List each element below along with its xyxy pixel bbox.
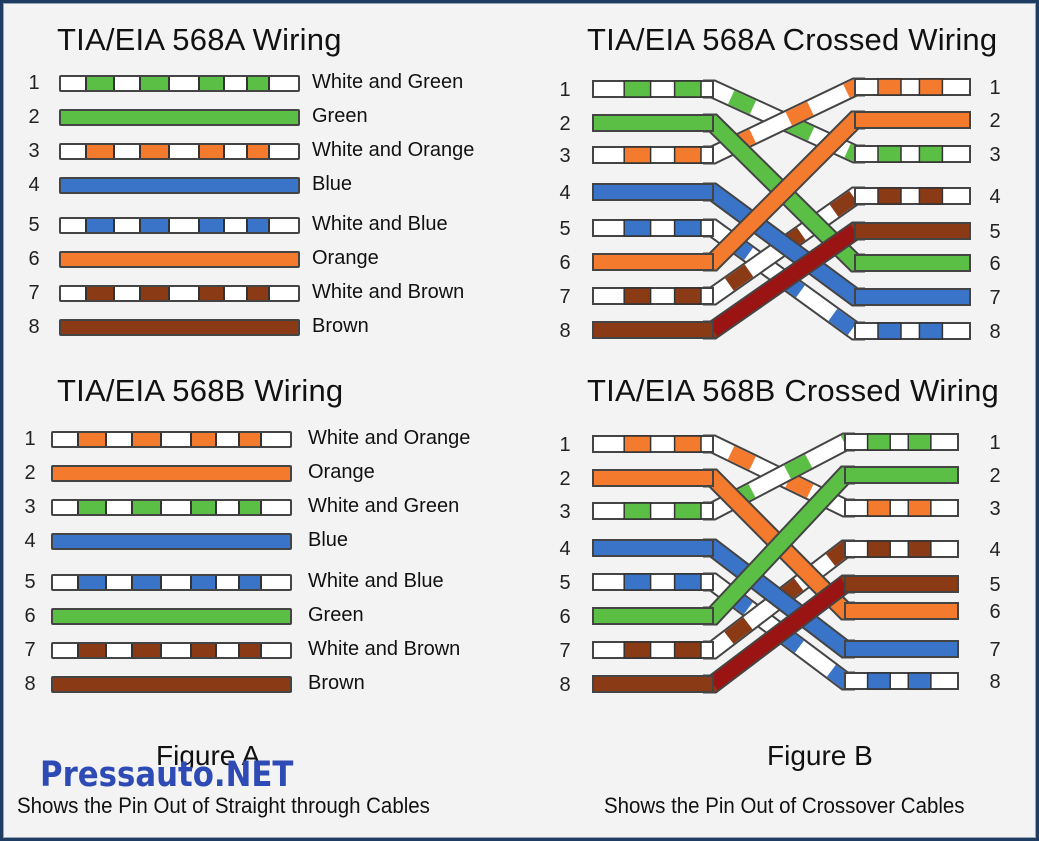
right-wire-end-striped-blue xyxy=(844,672,959,690)
wire-stripe xyxy=(866,433,891,451)
left-pin-number: 3 xyxy=(559,501,570,523)
left-wire-end-solid-blue xyxy=(592,539,714,557)
wire-end-body xyxy=(844,540,959,558)
watermark-text: Pressauto.NET xyxy=(40,755,294,795)
wire-end-body xyxy=(592,607,714,625)
left-wire-end-striped-orange xyxy=(592,435,714,453)
left-pin-number: 7 xyxy=(559,640,570,662)
wire-end-body xyxy=(592,675,714,693)
wire-stripe xyxy=(623,435,652,453)
right-wire-end-striped-brown xyxy=(844,540,959,558)
wire-end-body xyxy=(844,640,959,658)
wire-end-body xyxy=(844,575,959,593)
left-pin-number: 6 xyxy=(559,606,570,628)
wire-stripe xyxy=(623,641,652,659)
left-wire-end-solid-brown xyxy=(592,675,714,693)
wire-stripe xyxy=(907,672,932,690)
wire-stripe xyxy=(907,433,932,451)
wire-stripe xyxy=(866,499,891,517)
right-wire-end-striped-orange xyxy=(844,499,959,517)
left-wire-end-striped-blue xyxy=(592,573,714,591)
wire-stripe xyxy=(907,499,932,517)
wire-end-body xyxy=(844,672,959,690)
right-pin-number: 4 xyxy=(989,539,1000,561)
left-wire-end-striped-green xyxy=(592,502,714,520)
right-pin-number: 6 xyxy=(989,601,1000,623)
left-pin-number: 8 xyxy=(559,674,570,696)
panel-568b-crossed-wiring: 1 2 3 4 5 6 7 8 1 2 3 4 5 6 7 8 xyxy=(559,432,1000,696)
wire-stripe xyxy=(866,672,891,690)
figure-b-label: Figure B xyxy=(767,740,873,771)
right-wire-end-striped-green xyxy=(844,433,959,451)
left-pin-number: 5 xyxy=(559,572,570,594)
wire-end-body xyxy=(844,433,959,451)
left-wire-end-solid-orange xyxy=(592,469,714,487)
right-pin-number: 3 xyxy=(989,498,1000,520)
right-wire-end-solid-blue xyxy=(844,640,959,658)
right-wire-end-solid-green xyxy=(844,466,959,484)
wire-end-body xyxy=(592,539,714,557)
left-pin-number: 2 xyxy=(559,468,570,490)
wire-stripe xyxy=(907,540,932,558)
left-wire-end-solid-green xyxy=(592,607,714,625)
wire-stripe xyxy=(623,502,652,520)
right-pin-number: 1 xyxy=(989,432,1000,454)
wire-stripe xyxy=(866,540,891,558)
wire-end-body xyxy=(844,466,959,484)
wire-stripe xyxy=(673,641,702,659)
wire-stripe xyxy=(673,502,702,520)
right-pin-number: 7 xyxy=(989,639,1000,661)
left-pin-number: 4 xyxy=(559,538,570,560)
wire-stripe xyxy=(673,573,702,591)
wire-stripe xyxy=(623,573,652,591)
wire-end-body xyxy=(844,499,959,517)
left-wire-end-striped-brown xyxy=(592,641,714,659)
right-wire-end-solid-brown xyxy=(844,575,959,593)
right-pin-number: 5 xyxy=(989,574,1000,596)
wire-end-body xyxy=(844,602,959,620)
right-pin-number: 8 xyxy=(989,671,1000,693)
wire-stripe xyxy=(673,435,702,453)
wire-end-body xyxy=(592,469,714,487)
right-wire-end-solid-orange xyxy=(844,602,959,620)
right-pin-number: 2 xyxy=(989,465,1000,487)
figure-a-caption: Shows the Pin Out of Straight through Ca… xyxy=(17,793,430,818)
left-pin-number: 1 xyxy=(559,434,570,456)
figure-b-caption: Shows the Pin Out of Crossover Cables xyxy=(604,793,965,818)
